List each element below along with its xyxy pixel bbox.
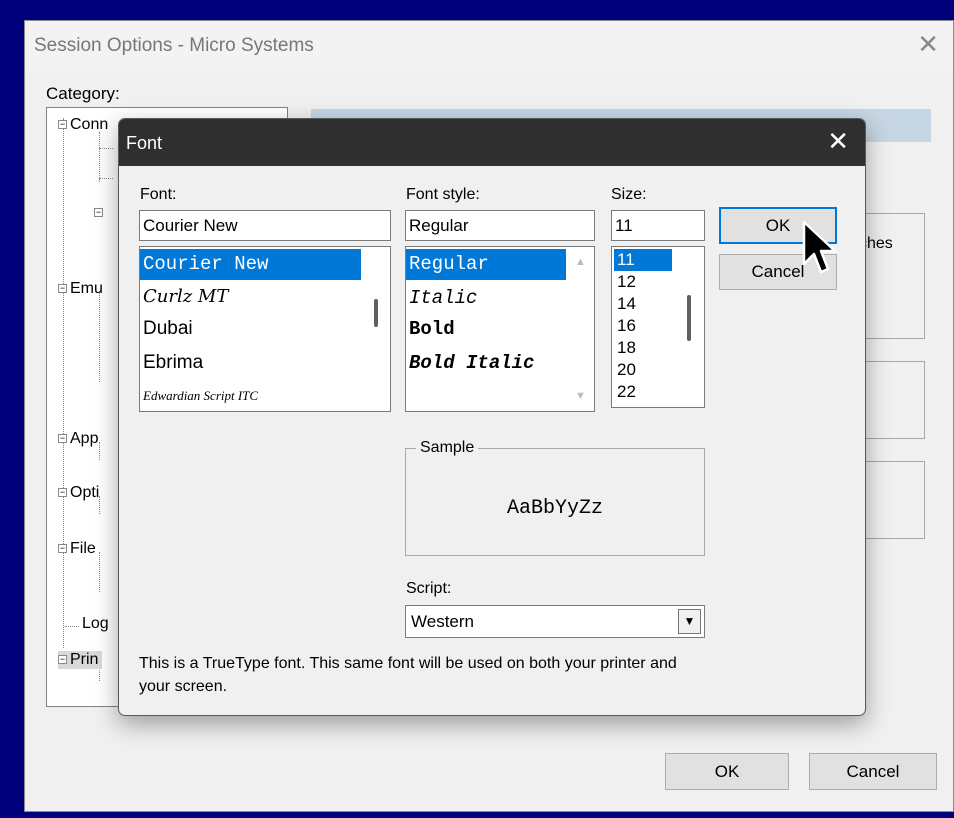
size-label: Size: [611, 186, 647, 203]
list-item[interactable]: 11 [614, 249, 672, 271]
tree-item[interactable]: Log [82, 615, 109, 633]
size-input[interactable]: 11 [611, 210, 705, 241]
list-item[interactable]: Curlz MT [143, 282, 228, 312]
tree-collapse-icon[interactable]: − [58, 544, 67, 554]
tree-item[interactable]: − [94, 204, 106, 222]
tree-item[interactable]: − Opti [58, 484, 99, 502]
font-dialog-title: Font [126, 133, 163, 153]
list-item[interactable]: 18 [617, 337, 636, 358]
close-icon[interactable]: ✕ [917, 31, 939, 57]
list-item[interactable]: 14 [617, 293, 636, 314]
tree-collapse-icon[interactable]: − [58, 434, 67, 444]
category-label: Category: [46, 84, 120, 103]
tree-guide-line [63, 118, 64, 648]
scroll-up-icon[interactable]: ▲ [575, 256, 586, 268]
tree-guide-line [99, 552, 100, 592]
size-list-scrollbar[interactable] [676, 247, 704, 407]
script-select[interactable]: Western ▼ [405, 605, 705, 638]
tree-collapse-icon[interactable]: − [58, 284, 67, 294]
list-item[interactable]: 22 [617, 381, 636, 402]
style-list-scrollbar[interactable]: ▲ ▼ [566, 247, 594, 411]
sample-label: Sample [416, 439, 479, 457]
list-item[interactable]: Italic [409, 283, 477, 313]
tree-guide-line [99, 292, 100, 382]
tree-item[interactable]: − Conn [58, 116, 108, 134]
font-list-scrollbar[interactable] [362, 247, 390, 411]
list-item[interactable]: Regular [406, 249, 566, 280]
outer-window-title: Session Options - Micro Systems [34, 35, 314, 56]
tree-guide-line [99, 132, 100, 182]
tree-item[interactable]: − Prin [58, 651, 103, 669]
list-item[interactable]: Bold [409, 314, 455, 344]
font-dialog: Font ✕ Font: Courier New Courier New Cur… [118, 118, 866, 716]
font-name-list[interactable]: Courier New Curlz MT Dubai Ebrima Edward… [139, 246, 391, 412]
font-dialog-titlebar: Font ✕ [119, 119, 865, 166]
script-selected-value: Western [411, 612, 474, 631]
tree-guide-line [99, 148, 113, 149]
list-item[interactable]: Ebrima [143, 348, 203, 378]
mouse-pointer-icon [802, 220, 837, 274]
tree-guide-line [99, 442, 100, 460]
font-name-input[interactable]: Courier New [139, 210, 391, 241]
tree-collapse-icon[interactable]: − [58, 655, 67, 665]
tree-item[interactable]: − Emu [58, 280, 103, 298]
tree-item[interactable]: − File [58, 540, 96, 558]
scroll-down-icon[interactable]: ▼ [575, 390, 586, 402]
list-item[interactable]: Bold Italic [409, 348, 534, 378]
font-style-list[interactable]: Regular Italic Bold Bold Italic ▲ ▼ [405, 246, 595, 412]
tree-collapse-icon[interactable]: − [58, 488, 67, 498]
font-style-input[interactable]: Regular [405, 210, 595, 241]
list-item[interactable]: Dubai [143, 314, 193, 344]
font-label: Font: [140, 186, 177, 203]
scroll-thumb[interactable] [374, 299, 378, 327]
tree-collapse-icon[interactable]: − [94, 208, 103, 218]
font-description: This is a TrueType font. This same font … [139, 655, 677, 695]
font-style-label: Font style: [406, 186, 480, 203]
list-item[interactable]: 12 [617, 271, 636, 292]
dropdown-arrow-icon[interactable]: ▼ [678, 609, 701, 634]
script-label: Script: [406, 580, 452, 597]
tree-guide-line [99, 178, 113, 179]
scroll-thumb[interactable] [687, 295, 691, 341]
list-item[interactable]: Edwardian Script ITC [143, 381, 258, 411]
cancel-button[interactable]: Cancel [809, 753, 937, 790]
ok-button[interactable]: OK [665, 753, 789, 790]
list-item[interactable]: Courier New [140, 249, 361, 280]
list-item[interactable]: 16 [617, 315, 636, 336]
list-item[interactable]: 20 [617, 359, 636, 380]
tree-item[interactable]: − App [58, 430, 98, 448]
tree-collapse-icon[interactable]: − [58, 120, 67, 130]
sample-preview-text: AaBbYyZz [506, 497, 603, 520]
size-list[interactable]: 11 12 14 16 18 20 22 [611, 246, 705, 408]
close-icon[interactable]: ✕ [827, 128, 849, 154]
outer-titlebar: Session Options - Micro Systems ✕ [25, 21, 953, 71]
tree-guide-line [65, 626, 79, 627]
